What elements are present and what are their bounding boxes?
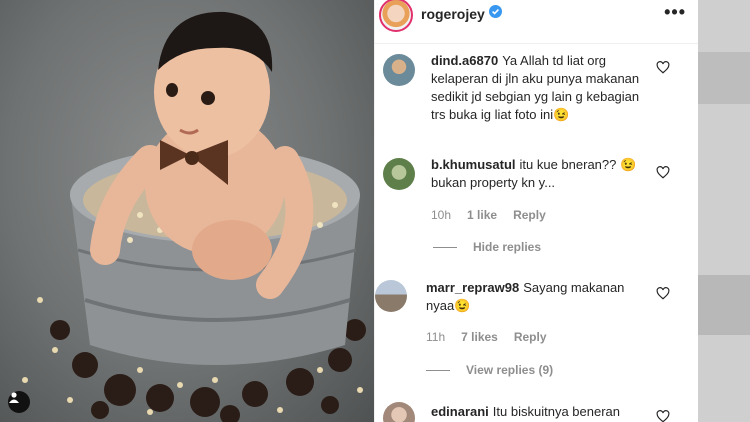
comment-likes[interactable]: 7 likes [461, 330, 498, 344]
comment-text: b.khumusatul itu kue bneran?? 😉 bukan pro… [431, 156, 646, 192]
commenter-username[interactable]: edinarani [431, 404, 489, 419]
commenter-avatar[interactable] [375, 280, 407, 312]
comment-body: Itu biskuitnya beneran [492, 404, 620, 419]
comment-text: dind.a6870 Ya Allah td liat org kelaperan… [431, 52, 646, 124]
commenter-username[interactable]: dind.a6870 [431, 53, 498, 68]
reply-button[interactable]: Reply [513, 208, 546, 222]
comment-text: marr_repraw98 Sayang makanan nyaa😉 [426, 279, 641, 315]
post-header: rogerojey ••• [375, 0, 698, 44]
background-shape [698, 275, 750, 335]
comment-likes[interactable]: 1 like [467, 208, 497, 222]
background-overlay [698, 0, 750, 422]
author-username[interactable]: rogerojey [421, 6, 485, 22]
like-heart-icon[interactable] [656, 287, 670, 300]
view-replies-button[interactable]: View replies (9) [426, 363, 553, 377]
commenter-avatar[interactable] [383, 158, 415, 190]
baby-bath-image [22, 11, 366, 422]
comments-panel: rogerojey ••• dind.a6870 Ya Allah td liat… [374, 0, 698, 422]
commenter-avatar[interactable] [383, 54, 415, 86]
like-heart-icon[interactable] [656, 166, 670, 179]
tagged-user-icon[interactable] [8, 391, 30, 413]
divider [433, 246, 457, 248]
divider [426, 369, 450, 371]
background-shape [698, 52, 750, 104]
commenter-username[interactable]: b.khumusatul [431, 157, 516, 172]
hide-replies-button[interactable]: Hide replies [433, 240, 541, 254]
commenter-avatar[interactable] [383, 402, 415, 422]
comment-meta: 10h 1 like Reply [431, 208, 546, 222]
comment-meta: 11h 7 likes Reply [426, 330, 547, 344]
post-photo[interactable] [0, 0, 374, 422]
replies-toggle-label: Hide replies [473, 240, 542, 254]
replies-toggle-label: View replies (9) [466, 363, 554, 377]
like-heart-icon[interactable] [656, 61, 670, 74]
like-heart-icon[interactable] [656, 410, 670, 422]
comment-time: 11h [426, 330, 446, 344]
commenter-username[interactable]: marr_repraw98 [426, 280, 519, 295]
verified-badge-icon [488, 4, 502, 23]
comment-time: 10h [431, 208, 452, 222]
author-avatar[interactable] [379, 0, 413, 32]
comment-text: edinarani Itu biskuitnya beneran [431, 403, 646, 421]
reply-button[interactable]: Reply [514, 330, 547, 344]
more-options-button[interactable]: ••• [664, 2, 686, 23]
